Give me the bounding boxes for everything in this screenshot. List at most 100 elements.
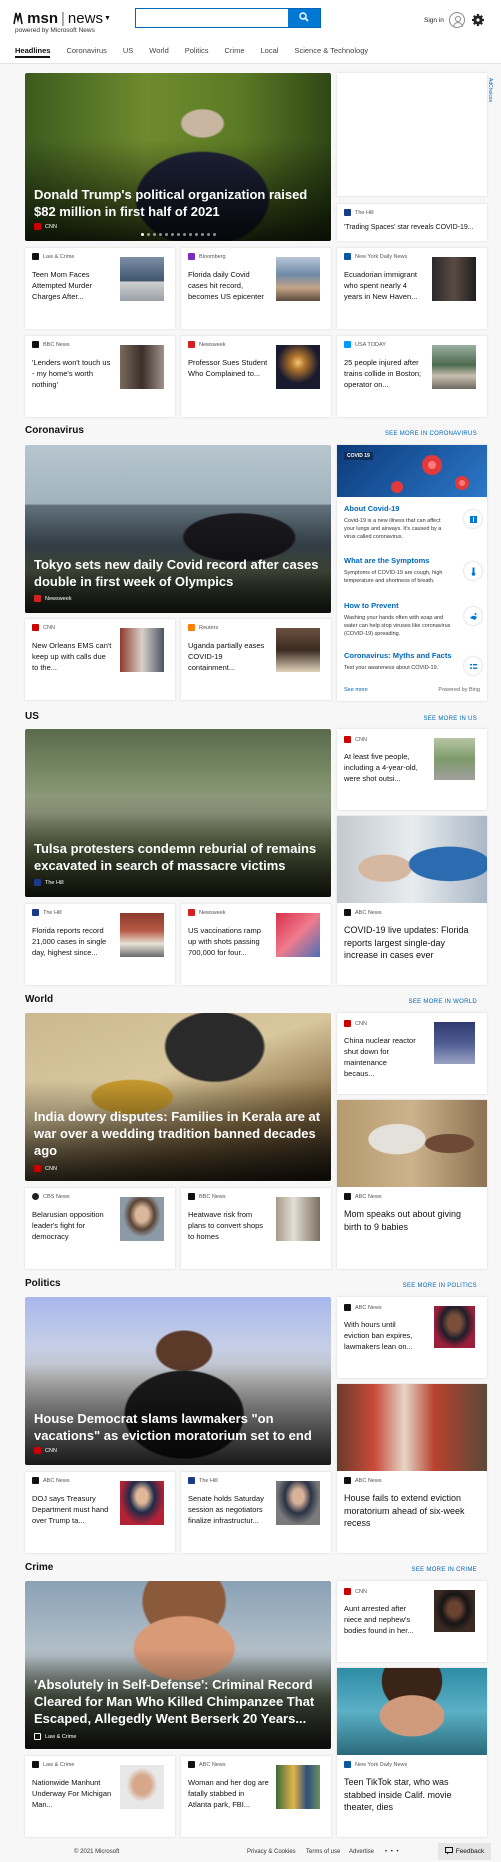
crime-row-card-1[interactable]: Law & Crime Nationwide Manhunt Underway …	[25, 1756, 175, 1837]
gear-icon[interactable]	[470, 12, 486, 28]
handwash-icon	[464, 607, 482, 625]
nav-politics[interactable]: Politics	[185, 46, 209, 58]
thermometer-icon	[464, 562, 482, 580]
covid-item-myths[interactable]: Coronavirus: Myths and Facts Test your a…	[344, 651, 482, 675]
cbsnews-logo-icon	[32, 1193, 39, 1200]
story-thumbnail	[120, 1197, 164, 1241]
hero-title[interactable]: House Democrat slams lawmakers "on vacat…	[34, 1410, 322, 1444]
world-row-card-2[interactable]: BBC News Heatwave risk from plans to con…	[181, 1188, 331, 1269]
us-side-large-card[interactable]: ABC News COVID-19 live updates: Florida …	[337, 816, 487, 985]
coronavirus-row-card-1[interactable]: CNN New Orleans EMS can't keep up with c…	[25, 619, 175, 700]
nav-science-technology[interactable]: Science & Technology	[294, 46, 368, 58]
feedback-button[interactable]: Feedback	[438, 1843, 491, 1860]
politics-side-small-card[interactable]: ABC News With hours until eviction ban e…	[337, 1297, 487, 1378]
world-hero-card[interactable]: India dowry disputes: Families in Kerala…	[25, 1013, 331, 1181]
abcnews-logo-icon	[32, 1477, 39, 1484]
us-hero-card[interactable]: Tulsa protesters condemn reburial of rem…	[25, 729, 331, 897]
abcnews-logo-icon	[344, 1193, 351, 1200]
footer-link-terms[interactable]: Terms of use	[306, 1849, 340, 1855]
lawcrime-logo-icon	[32, 1761, 39, 1768]
world-side-small-card[interactable]: CNN China nuclear reactor shut down for …	[337, 1013, 487, 1094]
chevron-down-icon[interactable]: ▼	[104, 15, 111, 22]
crime-row-card-2[interactable]: ABC News Woman and her dog are fatally s…	[181, 1756, 331, 1837]
story-title: Heatwave risk from plans to convert shop…	[188, 1210, 264, 1241]
story-title: Florida daily Covid cases hit record, be…	[188, 270, 264, 301]
hero-title[interactable]: Tulsa protesters condemn reburial of rem…	[34, 840, 322, 874]
nav-headlines[interactable]: Headlines	[15, 46, 51, 58]
covid-item-about[interactable]: About Covid-19 Covid-19 is a new illness…	[344, 504, 482, 541]
more-dots-icon[interactable]: • • •	[385, 1849, 400, 1855]
top-row1-card-1[interactable]: Law & Crime Teen Mom Faces Attempted Mur…	[25, 248, 175, 329]
story-title: 25 people injured after trains collide i…	[344, 358, 422, 389]
sign-in-link[interactable]: Sign in	[424, 17, 444, 24]
abcnews-logo-icon	[344, 909, 351, 916]
top-row2-card-2[interactable]: Newsweek Professor Sues Student Who Comp…	[181, 336, 331, 417]
abcnews-logo-icon	[188, 1761, 195, 1768]
hero-title[interactable]: Tokyo sets new daily Covid record after …	[34, 556, 322, 590]
top-row1-card-2[interactable]: Bloomberg Florida daily Covid cases hit …	[181, 248, 331, 329]
top-row2-card-3[interactable]: USA TODAY 25 people injured after trains…	[337, 336, 487, 417]
search-button[interactable]	[288, 9, 320, 27]
nav-coronavirus[interactable]: Coronavirus	[66, 46, 106, 58]
nav-local[interactable]: Local	[261, 46, 279, 58]
politics-row-card-1[interactable]: ABC News DOJ says Treasury Department mu…	[25, 1472, 175, 1553]
hero-source: Law & Crime	[34, 1733, 76, 1740]
section-heading-politics: Politics	[25, 1278, 61, 1289]
covid-item-symptoms[interactable]: What are the Symptoms Symptoms of COVID-…	[344, 556, 482, 585]
advertisement-slot[interactable]	[337, 73, 487, 196]
story-title: Uganda partially eases COVID-19 containm…	[188, 641, 265, 672]
nav-us[interactable]: US	[123, 46, 133, 58]
hero-title[interactable]: 'Absolutely in Self-Defense': Criminal R…	[34, 1676, 322, 1727]
hero-title[interactable]: Donald Trump's political organization ra…	[34, 186, 322, 220]
nav-world[interactable]: World	[149, 46, 168, 58]
book-icon	[464, 510, 482, 528]
coronavirus-hero-card[interactable]: Tokyo sets new daily Covid record after …	[25, 445, 331, 613]
crime-side-small-card[interactable]: CNN Aunt arrested after niece and nephew…	[337, 1581, 487, 1662]
see-more-politics-link[interactable]: SEE MORE IN POLITICS	[337, 1283, 477, 1289]
search-input[interactable]	[136, 9, 288, 27]
adchoices-label[interactable]: AdChoices	[483, 78, 493, 102]
us-row-card-2[interactable]: Newsweek US vaccinations ramp up with sh…	[181, 904, 331, 985]
carousel-dots[interactable]	[25, 233, 331, 236]
crime-hero-card[interactable]: 'Absolutely in Self-Defense': Criminal R…	[25, 1581, 331, 1749]
section-heading-us: US	[25, 711, 39, 722]
section-heading-crime: Crime	[25, 1562, 54, 1573]
story-title: Senate holds Saturday session as negotia…	[188, 1494, 264, 1525]
see-more-world-link[interactable]: SEE MORE IN WORLD	[337, 999, 477, 1005]
nav-crime[interactable]: Crime	[225, 46, 245, 58]
politics-hero-card[interactable]: House Democrat slams lawmakers "on vacat…	[25, 1297, 331, 1465]
covid-item-prevent[interactable]: How to Prevent Washing your hands often …	[344, 601, 482, 638]
top-hero-card[interactable]: Donald Trump's political organization ra…	[25, 73, 331, 241]
see-more-us-link[interactable]: SEE MORE IN US	[337, 716, 477, 722]
reuters-logo-icon	[188, 624, 195, 631]
user-avatar-icon[interactable]	[449, 12, 465, 28]
story-title: New Orleans EMS can't keep up with calls…	[32, 641, 112, 672]
covid-see-more-link[interactable]: See more	[344, 687, 368, 693]
coronavirus-row-card-2[interactable]: Reuters Uganda partially eases COVID-19 …	[181, 619, 331, 700]
top-side-card[interactable]: The Hill 'Trading Spaces' star reveals C…	[337, 204, 487, 241]
story-thumbnail	[276, 1197, 320, 1241]
us-row-card-1[interactable]: The Hill Florida reports record 21,000 c…	[25, 904, 175, 985]
politics-row-card-2[interactable]: The Hill Senate holds Saturday session a…	[181, 1472, 331, 1553]
story-thumbnail	[434, 1306, 475, 1348]
top-row2-card-1[interactable]: BBC News 'Lenders won't touch us - my ho…	[25, 336, 175, 417]
thehill-logo-icon	[34, 879, 41, 886]
hero-source: The Hill	[34, 879, 64, 886]
footer-link-privacy[interactable]: Privacy & Cookies	[247, 1849, 296, 1855]
world-side-large-card[interactable]: ABC News Mom speaks out about giving bir…	[337, 1100, 487, 1269]
world-row-card-1[interactable]: CBS News Belarusian opposition leader's …	[25, 1188, 175, 1269]
see-more-coronavirus-link[interactable]: SEE MORE IN CORONAVIRUS	[337, 431, 477, 437]
us-side-small-card[interactable]: CNN At least five people, including a 4-…	[337, 729, 487, 810]
hero-title[interactable]: India dowry disputes: Families in Kerala…	[34, 1108, 322, 1159]
cnn-logo-icon	[34, 223, 41, 230]
story-thumbnail	[120, 913, 164, 957]
politics-side-large-card[interactable]: ABC News House fails to extend eviction …	[337, 1384, 487, 1553]
see-more-crime-link[interactable]: SEE MORE IN CRIME	[337, 1567, 477, 1573]
top-row1-card-3[interactable]: New York Daily News Ecuadorian immigrant…	[337, 248, 487, 329]
story-thumbnail	[276, 345, 320, 389]
crime-side-large-card[interactable]: New York Daily News Teen TikTok star, wh…	[337, 1668, 487, 1837]
footer-link-advertise[interactable]: Advertise	[349, 1849, 374, 1855]
covid-info-panel: COVID 19 About Covid-19 Covid-19 is a ne…	[337, 445, 487, 701]
header: msn | news▼ powered by Microsoft News Sign…	[0, 0, 501, 64]
story-title: 'Lenders won't touch us - my home's wort…	[32, 358, 111, 389]
